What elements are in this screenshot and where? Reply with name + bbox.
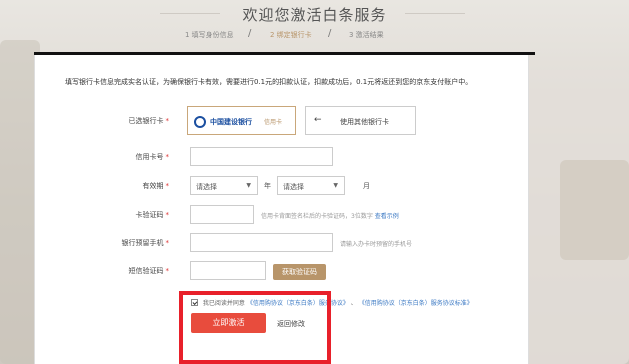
view-example-link[interactable]: 查看示例 bbox=[375, 213, 399, 220]
chevron-down-icon: ▼ bbox=[333, 182, 338, 189]
arrow-left-icon: ← bbox=[314, 115, 322, 125]
agreement-row: 我已阅读并同意 《信用购协议（京东白条）服务协议》 、 《信用购协议（京东白条）… bbox=[191, 298, 473, 307]
expiry-label: 有效期 * bbox=[142, 182, 170, 190]
cvv-label-text: 卡验证码 bbox=[135, 211, 164, 219]
agreement-prefix: 我已阅读并同意 bbox=[202, 300, 245, 307]
cvv-hint: 信用卡背面签名栏后的卡验证码，3位数字 查看示例 bbox=[261, 211, 399, 220]
notice-text: 填写银行卡信息完成实名认证，为确保银行卡有效，需要进行0.1元的扣款认证，扣款成… bbox=[65, 78, 473, 86]
divider bbox=[405, 13, 465, 14]
bank-label-text: 已选银行卡 bbox=[128, 117, 164, 125]
agreement-link-1[interactable]: 《信用购协议（京东白条）服务协议》 bbox=[247, 300, 349, 307]
background-shape bbox=[560, 160, 629, 260]
expiry-month-value: 请选择 bbox=[283, 183, 304, 191]
month-unit: 月 bbox=[363, 182, 370, 190]
expiry-year-select[interactable]: 请选择 ▼ bbox=[190, 176, 258, 195]
sms-label: 短信验证码 * bbox=[128, 267, 170, 275]
step-separator: / bbox=[328, 28, 332, 39]
bank-label: 已选银行卡 * bbox=[128, 117, 170, 125]
phone-input[interactable] bbox=[190, 233, 333, 252]
phone-label-text: 银行预留手机 bbox=[121, 239, 164, 247]
cvv-label: 卡验证码 * bbox=[135, 211, 170, 219]
sms-label-text: 短信验证码 bbox=[128, 267, 164, 275]
step-2: 2 绑定银行卡 bbox=[270, 31, 312, 39]
agreement-link-2[interactable]: 《信用购协议（京东白条）服务协议标准》 bbox=[359, 300, 473, 307]
agreement-checkbox[interactable] bbox=[191, 299, 198, 306]
selected-bank-card[interactable]: 中国建设银行 信用卡 bbox=[187, 106, 296, 135]
chevron-down-icon: ▼ bbox=[246, 182, 251, 189]
card-number-input[interactable] bbox=[190, 147, 333, 166]
activate-now-button[interactable]: 立即激活 bbox=[191, 313, 266, 333]
bank-name: 中国建设银行 bbox=[210, 118, 252, 126]
back-to-edit-link[interactable]: 返回修改 bbox=[277, 319, 305, 329]
expiry-year-value: 请选择 bbox=[196, 183, 217, 191]
get-sms-code-button[interactable]: 获取验证码 bbox=[273, 264, 326, 280]
page-title: 欢迎您激活白条服务 bbox=[242, 6, 387, 24]
cvv-input[interactable] bbox=[190, 205, 254, 224]
step-separator: / bbox=[248, 28, 252, 39]
expiry-month-select[interactable]: 请选择 ▼ bbox=[277, 176, 345, 195]
ccb-logo-icon bbox=[194, 116, 206, 128]
card-type-tag: 信用卡 bbox=[264, 119, 283, 126]
cvv-hint-text: 信用卡背面签名栏后的卡验证码，3位数字 bbox=[261, 213, 373, 220]
step-1: 1 填写身份信息 bbox=[185, 31, 234, 39]
step-3: 3 激活结果 bbox=[349, 31, 384, 39]
year-unit: 年 bbox=[264, 182, 271, 190]
phone-hint: 请输入办卡时预留的手机号 bbox=[340, 241, 413, 248]
use-other-bank-button[interactable]: ← 使用其他银行卡 bbox=[305, 106, 416, 135]
card-number-label-text: 信用卡号 bbox=[135, 153, 164, 161]
divider bbox=[160, 13, 220, 14]
phone-label: 银行预留手机 * bbox=[121, 239, 170, 247]
sms-code-input[interactable] bbox=[190, 261, 266, 280]
agreement-separator: 、 bbox=[350, 300, 357, 307]
use-other-bank-label: 使用其他银行卡 bbox=[340, 118, 389, 126]
card-number-label: 信用卡号 * bbox=[135, 153, 170, 161]
activation-form-card: 填写银行卡信息完成实名认证，为确保银行卡有效，需要进行0.1元的扣款认证，扣款成… bbox=[34, 55, 529, 364]
expiry-label-text: 有效期 bbox=[142, 182, 164, 190]
